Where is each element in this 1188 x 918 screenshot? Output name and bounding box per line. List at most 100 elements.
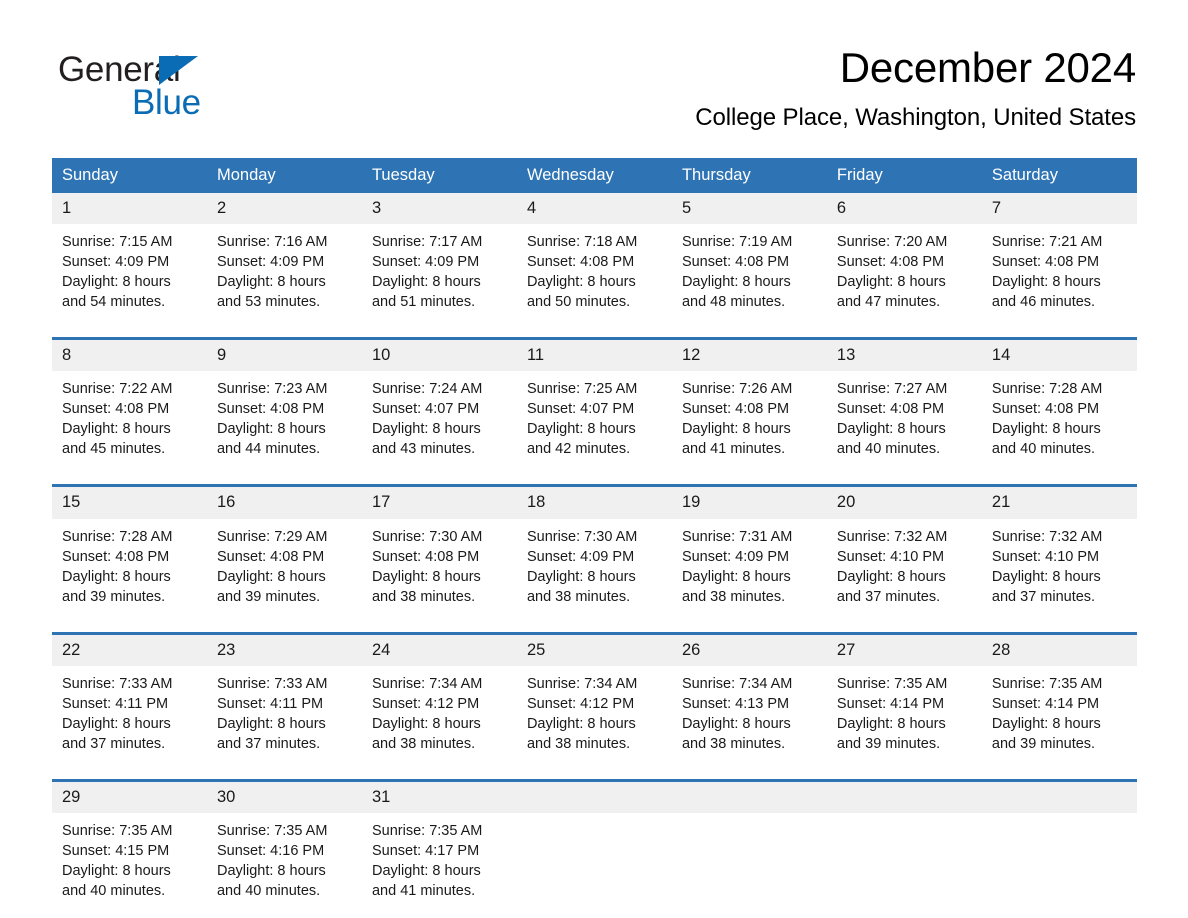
day-number[interactable]: 18 [517,487,672,518]
day-cell[interactable]: Sunrise: 7:28 AM Sunset: 4:08 PM Dayligh… [982,371,1137,473]
day-number[interactable]: 4 [517,193,672,224]
sunrise-text: Sunrise: 7:23 AM [216,381,328,398]
day-number-band: 8 9 10 11 12 13 14 [52,340,1137,372]
day-cell[interactable]: Sunrise: 7:30 AM Sunset: 4:08 PM Dayligh… [362,519,517,621]
day-number[interactable]: 21 [982,487,1137,518]
sunset-text: Sunset: 4:09 PM [62,254,170,271]
day-number[interactable]: 20 [827,487,982,518]
weekday-header-friday: Friday [836,166,883,184]
day-cell[interactable]: Sunrise: 7:18 AM Sunset: 4:08 PM Dayligh… [517,224,672,326]
day-cell[interactable]: Sunrise: 7:35 AM Sunset: 4:17 PM Dayligh… [362,813,517,915]
day-number[interactable]: 27 [827,635,982,666]
day-number[interactable]: 3 [362,193,517,224]
day-number[interactable]: 17 [362,487,517,518]
day-cell[interactable]: Sunrise: 7:25 AM Sunset: 4:07 PM Dayligh… [517,371,672,473]
day-number[interactable]: 29 [52,782,207,813]
logo-triangle-icon [159,56,198,85]
sunrise-text: Sunrise: 7:34 AM [371,675,483,692]
day-cell[interactable]: Sunrise: 7:28 AM Sunset: 4:08 PM Dayligh… [52,519,207,621]
daylight-text-line1: Daylight: 8 hours [836,421,946,438]
day-number[interactable]: 31 [362,782,517,813]
day-number[interactable]: 11 [517,340,672,371]
day-number[interactable]: 7 [982,193,1137,224]
day-cell[interactable]: Sunrise: 7:19 AM Sunset: 4:08 PM Dayligh… [672,224,827,326]
day-number[interactable]: 14 [982,340,1137,371]
daylight-text-line2: and 40 minutes. [62,882,166,899]
sunrise-text: Sunrise: 7:24 AM [371,381,483,398]
day-number[interactable]: 25 [517,635,672,666]
day-number[interactable]: 2 [207,193,362,224]
daylight-text-line1: Daylight: 8 hours [62,568,171,585]
day-number[interactable]: 5 [672,193,827,224]
day-number[interactable]: 22 [52,635,207,666]
week-spacer [52,767,1137,779]
day-cell[interactable]: Sunrise: 7:30 AM Sunset: 4:09 PM Dayligh… [517,519,672,621]
sunrise-text: Sunrise: 7:26 AM [681,381,793,398]
day-number[interactable]: 15 [52,487,207,518]
day-cell[interactable]: Sunrise: 7:17 AM Sunset: 4:09 PM Dayligh… [362,224,517,326]
day-number[interactable]: 26 [672,635,827,666]
day-cell[interactable]: Sunrise: 7:15 AM Sunset: 4:09 PM Dayligh… [52,224,207,326]
day-number[interactable]: 19 [672,487,827,518]
day-number[interactable]: 10 [362,340,517,371]
daylight-text-line2: and 51 minutes. [371,294,476,311]
day-number[interactable]: 6 [827,193,982,224]
sunset-text: Sunset: 4:10 PM [836,548,945,565]
sunset-text: Sunset: 4:11 PM [62,695,169,712]
day-number[interactable]: 1 [52,193,207,224]
day-cell[interactable]: Sunrise: 7:35 AM Sunset: 4:16 PM Dayligh… [207,813,362,915]
day-number[interactable]: 8 [52,340,207,371]
day-number[interactable]: 28 [982,635,1137,666]
sunset-text: Sunset: 4:11 PM [216,695,324,712]
day-number[interactable]: 12 [672,340,827,371]
day-cell[interactable]: Sunrise: 7:29 AM Sunset: 4:08 PM Dayligh… [207,519,362,621]
day-number[interactable]: 16 [207,487,362,518]
day-cell[interactable]: Sunrise: 7:32 AM Sunset: 4:10 PM Dayligh… [827,519,982,621]
day-cell[interactable]: Sunrise: 7:35 AM Sunset: 4:15 PM Dayligh… [52,813,207,915]
sunrise-text: Sunrise: 7:32 AM [836,528,948,545]
daylight-text-line2: and 37 minutes. [62,735,166,752]
page-title: December 2024 [839,44,1136,91]
day-number[interactable]: 9 [207,340,362,371]
sunset-text: Sunset: 4:08 PM [836,254,945,271]
sunset-text: Sunset: 4:08 PM [836,401,945,418]
day-cell[interactable]: Sunrise: 7:35 AM Sunset: 4:14 PM Dayligh… [827,666,982,768]
day-cell[interactable]: Sunrise: 7:26 AM Sunset: 4:08 PM Dayligh… [672,371,827,473]
daylight-text-line2: and 40 minutes. [991,441,1096,458]
day-cell[interactable]: Sunrise: 7:23 AM Sunset: 4:08 PM Dayligh… [207,371,362,473]
daylight-text-line1: Daylight: 8 hours [62,274,171,291]
page-subtitle: College Place, Washington, United States [695,104,1136,132]
day-number-band: 29 30 31 [52,781,1137,813]
daylight-text-line2: and 37 minutes. [216,735,321,752]
day-number-band: 1 2 3 4 5 6 7 [52,193,1137,225]
day-number[interactable]: 24 [362,635,517,666]
day-number[interactable]: 13 [827,340,982,371]
generalblue-logo[interactable]: General Blue [58,52,278,128]
sunrise-text: Sunrise: 7:33 AM [62,675,173,692]
day-cell[interactable]: Sunrise: 7:24 AM Sunset: 4:07 PM Dayligh… [362,371,517,473]
day-cell[interactable]: Sunrise: 7:27 AM Sunset: 4:08 PM Dayligh… [827,371,982,473]
day-number[interactable]: 23 [207,635,362,666]
daylight-text-line2: and 41 minutes. [681,441,786,458]
day-cell[interactable]: Sunrise: 7:33 AM Sunset: 4:11 PM Dayligh… [207,666,362,768]
daylight-text-line2: and 45 minutes. [62,441,166,458]
sunrise-text: Sunrise: 7:34 AM [526,675,638,692]
sunrise-text: Sunrise: 7:33 AM [216,675,328,692]
day-cell[interactable]: Sunrise: 7:33 AM Sunset: 4:11 PM Dayligh… [52,666,207,768]
day-cell[interactable]: Sunrise: 7:21 AM Sunset: 4:08 PM Dayligh… [982,224,1137,326]
daylight-text-line2: and 41 minutes. [371,882,476,899]
day-cell[interactable]: Sunrise: 7:16 AM Sunset: 4:09 PM Dayligh… [207,224,362,326]
day-cell[interactable]: Sunrise: 7:34 AM Sunset: 4:12 PM Dayligh… [517,666,672,768]
day-cell[interactable]: Sunrise: 7:34 AM Sunset: 4:13 PM Dayligh… [672,666,827,768]
day-cell[interactable]: Sunrise: 7:32 AM Sunset: 4:10 PM Dayligh… [982,519,1137,621]
sunset-text: Sunset: 4:07 PM [371,401,480,418]
day-cell[interactable]: Sunrise: 7:34 AM Sunset: 4:12 PM Dayligh… [362,666,517,768]
day-cell[interactable]: Sunrise: 7:35 AM Sunset: 4:14 PM Dayligh… [982,666,1137,768]
sunrise-text: Sunrise: 7:28 AM [62,528,173,545]
day-cell[interactable]: Sunrise: 7:31 AM Sunset: 4:09 PM Dayligh… [672,519,827,621]
sunset-text: Sunset: 4:08 PM [216,548,325,565]
day-cell[interactable]: Sunrise: 7:22 AM Sunset: 4:08 PM Dayligh… [52,371,207,473]
daylight-text-line2: and 37 minutes. [836,588,941,605]
day-number[interactable]: 30 [207,782,362,813]
day-cell[interactable]: Sunrise: 7:20 AM Sunset: 4:08 PM Dayligh… [827,224,982,326]
